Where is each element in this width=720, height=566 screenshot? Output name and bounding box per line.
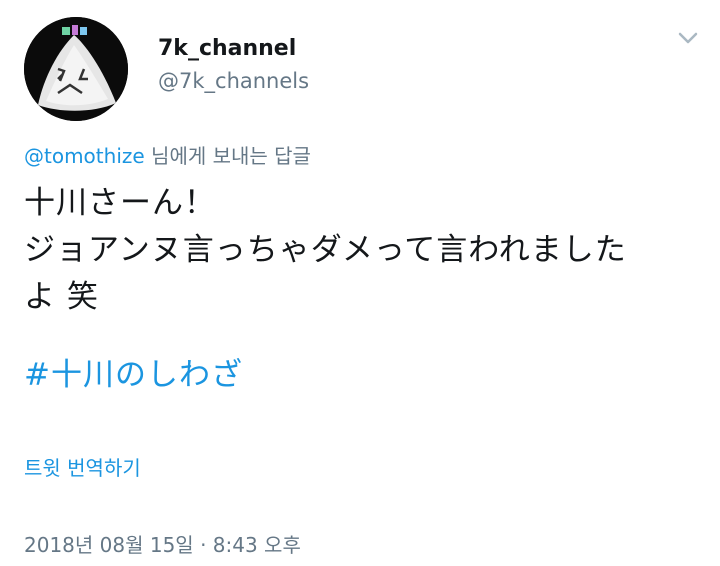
reply-context: @tomothize 님에게 보내는 답글 xyxy=(24,143,311,169)
reply-mention-link[interactable]: @tomothize xyxy=(24,144,145,168)
avatar-image xyxy=(24,17,128,121)
hashtag-link[interactable]: #十川のしわざ xyxy=(24,352,243,399)
user-handle[interactable]: @7k_channels xyxy=(158,68,309,94)
tweet-text-line: 十川さーん！ xyxy=(24,185,216,221)
chevron-down-icon[interactable] xyxy=(674,26,702,50)
tweet-timestamp[interactable]: 2018년 08월 15일 · 8:43 오후 xyxy=(24,532,301,558)
tweet-text-line: ジョアンヌ言っちゃダメって言われました xyxy=(24,232,627,268)
reply-context-label: 님에게 보내는 답글 xyxy=(144,144,311,168)
avatar[interactable] xyxy=(24,17,128,121)
tweet-text-line: よ 笑 xyxy=(24,279,99,315)
tweet-text: 十川さーん！ ジョアンヌ言っちゃダメって言われました よ 笑 xyxy=(24,180,704,321)
display-name[interactable]: 7k_channel xyxy=(158,36,296,62)
translate-tweet-button[interactable]: 트윗 번역하기 xyxy=(24,455,141,481)
